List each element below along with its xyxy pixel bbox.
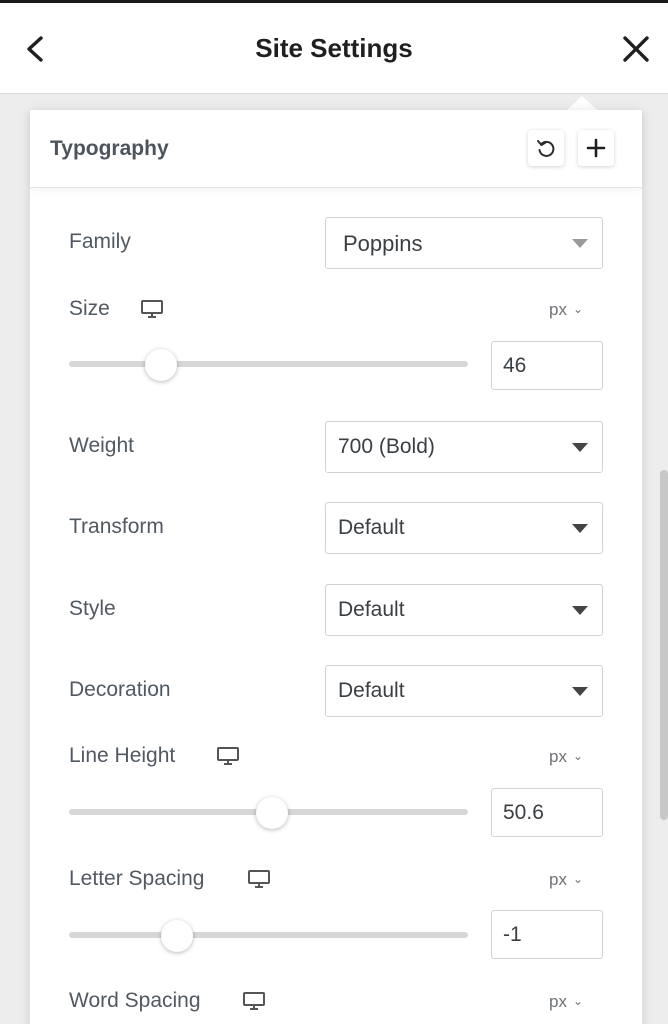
style-select[interactable]: Default: [325, 584, 603, 636]
slider-handle[interactable]: [160, 920, 193, 952]
line-height-unit: px: [549, 747, 567, 766]
decoration-value: Default: [338, 679, 405, 702]
weight-select[interactable]: 700 (Bold): [325, 421, 603, 473]
letter-spacing-slider[interactable]: [69, 920, 468, 952]
line-height-unit-select[interactable]: px ⌄: [549, 747, 583, 767]
typography-panel: Typography Family Poppins Size px ⌄ Weigh…: [30, 110, 642, 1024]
transform-value: Default: [338, 516, 405, 539]
weight-value: 700 (Bold): [338, 435, 435, 458]
slider-track: [69, 932, 468, 938]
transform-label: Transform: [69, 515, 164, 538]
chevron-down-icon: ⌄: [572, 749, 584, 763]
size-input[interactable]: [491, 341, 603, 390]
panel-caret: [566, 96, 598, 111]
plus-icon: [586, 138, 606, 158]
chevron-down-icon: ⌄: [572, 872, 584, 886]
close-button[interactable]: [616, 29, 656, 69]
slider-track: [69, 361, 468, 367]
letter-spacing-unit: px: [549, 870, 567, 889]
caret-down-icon: [572, 687, 588, 696]
letter-spacing-unit-select[interactable]: px ⌄: [549, 870, 583, 890]
word-spacing-unit: px: [549, 992, 567, 1011]
slider-handle[interactable]: [144, 349, 177, 381]
desktop-icon[interactable]: [140, 298, 164, 320]
decoration-select[interactable]: Default: [325, 665, 603, 717]
line-height-input[interactable]: [491, 788, 603, 837]
line-height-label: Line Height: [69, 744, 176, 767]
transform-select[interactable]: Default: [325, 502, 603, 554]
decoration-label: Decoration: [69, 678, 171, 701]
word-spacing-unit-select[interactable]: px ⌄: [549, 992, 583, 1012]
family-value: Poppins: [343, 231, 423, 256]
add-button[interactable]: [578, 130, 614, 166]
top-bar: Site Settings: [0, 0, 668, 94]
desktop-icon[interactable]: [247, 868, 271, 890]
chevron-down-icon: ⌄: [572, 994, 584, 1008]
word-spacing-label: Word Spacing: [69, 989, 201, 1012]
desktop-icon[interactable]: [242, 990, 266, 1012]
page-title: Site Settings: [255, 33, 413, 63]
letter-spacing-input[interactable]: [491, 910, 603, 959]
close-icon: [623, 36, 649, 62]
line-height-slider[interactable]: [69, 797, 468, 829]
weight-label: Weight: [69, 434, 134, 457]
family-select[interactable]: Poppins: [325, 217, 603, 269]
size-label: Size: [69, 297, 110, 320]
style-label: Style: [69, 597, 116, 620]
size-unit: px: [549, 300, 567, 319]
caret-down-icon: [572, 606, 588, 615]
family-label: Family: [69, 230, 131, 253]
panel-title: Typography: [50, 137, 169, 160]
reset-button[interactable]: [528, 130, 564, 166]
reset-icon: [537, 140, 555, 157]
desktop-icon[interactable]: [216, 745, 240, 767]
panel-header: Typography: [30, 110, 642, 188]
letter-spacing-label: Letter Spacing: [69, 867, 205, 890]
caret-down-icon: [572, 524, 588, 533]
slider-handle[interactable]: [256, 797, 289, 829]
size-slider[interactable]: [69, 349, 468, 381]
chevron-down-icon: ⌄: [572, 302, 584, 316]
caret-down-icon: [572, 443, 588, 452]
style-value: Default: [338, 598, 405, 621]
size-unit-select[interactable]: px ⌄: [549, 300, 583, 320]
scrollbar[interactable]: [660, 470, 668, 820]
caret-down-icon: [572, 239, 588, 248]
